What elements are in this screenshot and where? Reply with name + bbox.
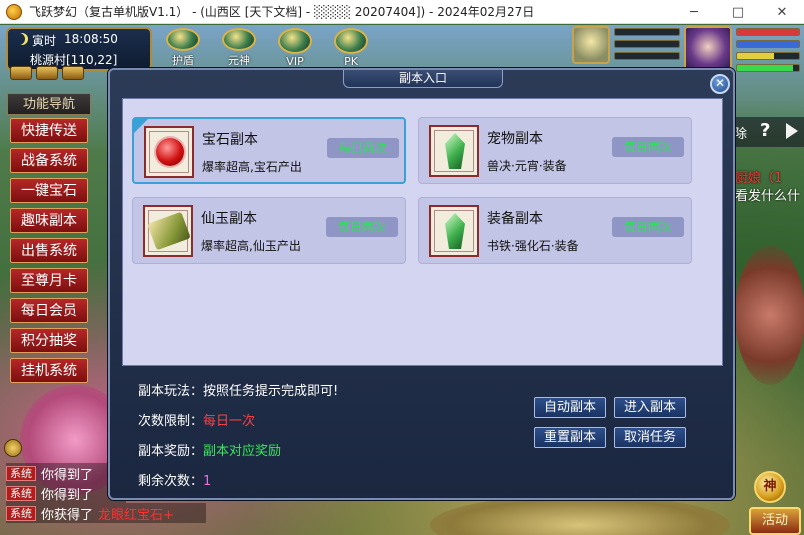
hero-exp-bar <box>736 64 800 72</box>
hero-sp-bar <box>736 52 800 60</box>
info-reward-row: 副本奖励：副本对应奖励 <box>138 444 282 459</box>
info-play-row: 副本玩法：按照任务提示完成即可! <box>138 384 339 399</box>
enter-dungeon-button[interactable]: 进入副本 <box>614 397 686 418</box>
dungeon-desc: 书铁·强化石·装备 <box>487 239 579 253</box>
pk-skill[interactable]: PK <box>328 28 374 68</box>
rock-decoration <box>735 245 804 385</box>
shield-skill-icon <box>166 28 200 51</box>
info-remain-row: 剩余次数：1 <box>138 474 212 489</box>
hero-hp-bar <box>736 28 800 36</box>
chat-scroll-button[interactable] <box>4 439 22 457</box>
vip-icon <box>278 28 312 54</box>
help-icon[interactable]: ? <box>760 120 770 141</box>
reset-dungeon-button[interactable]: 重置副本 <box>534 427 606 448</box>
dialog-title: 副本入口 <box>343 70 503 88</box>
system-tag: 系统 <box>6 485 36 501</box>
nav-item-battle-gear[interactable]: 战备系统 <box>10 148 88 173</box>
system-tag: 系统 <box>6 505 36 521</box>
window-titlebar: 飞跃梦幻（复古单机版V1.1） - (山西区 [天下文档] - ░░░░ 202… <box>0 0 804 24</box>
shield-skill[interactable]: 护盾 <box>160 28 206 68</box>
activity-button[interactable]: 活动 <box>749 507 801 535</box>
pk-icon <box>334 28 368 54</box>
map-icon[interactable] <box>10 66 32 80</box>
close-window-button[interactable]: ✕ <box>760 0 804 24</box>
right-chat-line: 厨娘（1 <box>735 171 783 186</box>
hero-mp-bar <box>736 40 800 48</box>
pet-exp-bar <box>614 52 680 60</box>
auto-dungeon-button[interactable]: 自动副本 <box>534 397 606 418</box>
time-label: 寅时 <box>16 32 56 49</box>
nav-item-one-click-gem[interactable]: 一键宝石 <box>10 178 88 203</box>
nav-item-sell-system[interactable]: 出售系统 <box>10 238 88 263</box>
hero-portrait[interactable] <box>684 26 732 72</box>
dungeon-desc: 爆率超高,宝石产出 <box>202 160 302 174</box>
close-icon[interactable]: ✕ <box>710 74 730 94</box>
hud-icon-row <box>10 66 84 80</box>
spirit-skill[interactable]: 元神 <box>216 28 262 68</box>
green-crystal-icon <box>429 125 479 177</box>
pet-hp-bar <box>614 28 680 36</box>
pet-mp-bar <box>614 40 680 48</box>
nav-item-points-lottery[interactable]: 积分抽奖 <box>10 328 88 353</box>
dungeon-name: 装备副本 <box>487 211 543 227</box>
moon-icon <box>16 33 28 45</box>
pet-portrait[interactable] <box>572 26 610 64</box>
red-gem-icon <box>144 126 194 178</box>
dungeon-list: 宝石副本 爆率超高,宝石产出 每日两次 宠物副本 兽决·元宵·装备 每日两次 仙… <box>122 98 723 366</box>
app-icon <box>6 3 22 20</box>
clock-panel: 寅时 18:08:50 桃源村[110,22] <box>6 27 152 71</box>
ground-decoration <box>430 495 730 535</box>
info-limit-row: 次数限制：每日一次 <box>138 414 256 429</box>
dungeon-card-equipment[interactable]: 装备副本 书铁·强化石·装备 每日两次 <box>418 197 692 264</box>
dungeon-name: 仙玉副本 <box>201 211 257 227</box>
chat-item-highlight[interactable]: 龙眼红宝石+ <box>98 504 174 523</box>
cancel-task-button[interactable]: 取消任务 <box>614 427 686 448</box>
dungeon-card-jade[interactable]: 仙玉副本 爆率超高,仙玉产出 每日两次 <box>132 197 406 264</box>
dungeon-card-pet[interactable]: 宠物副本 兽决·元宵·装备 每日两次 <box>418 117 692 184</box>
right-toolbar: 除 ? <box>732 117 804 147</box>
dungeon-card-gem[interactable]: 宝石副本 爆率超高,宝石产出 每日两次 <box>132 117 406 184</box>
game-time: 18:08:50 <box>64 32 118 46</box>
nav-item-idle-system[interactable]: 挂机系统 <box>10 358 88 383</box>
daily-badge: 每日两次 <box>326 217 398 237</box>
dungeon-desc: 爆率超高,仙玉产出 <box>201 239 301 253</box>
nav-item-fun-dungeon[interactable]: 趣味副本 <box>10 208 88 233</box>
daily-badge: 每日两次 <box>327 138 399 158</box>
scroll-icon <box>143 205 193 257</box>
spirit-skill-icon <box>222 28 256 51</box>
compass-icon[interactable] <box>36 66 58 80</box>
dungeon-name: 宝石副本 <box>202 132 258 148</box>
nav-title: 功能导航 <box>7 93 91 115</box>
system-tag: 系统 <box>6 465 36 481</box>
top-skill-bar: 护盾 元神 VIP PK <box>160 28 374 68</box>
minimize-button[interactable]: ─ <box>672 0 716 24</box>
play-icon[interactable] <box>786 123 798 139</box>
window-title: 飞跃梦幻（复古单机版V1.1） - (山西区 [天下文档] - ░░░░ 202… <box>29 5 535 19</box>
hero-status-bars <box>736 28 800 76</box>
right-chat-line: 看发什么什 <box>735 189 801 204</box>
maximize-button[interactable]: □ <box>716 0 760 24</box>
dungeon-entry-dialog: 副本入口 ✕ 宝石副本 爆率超高,宝石产出 每日两次 宠物副本 兽决·元宵·装备… <box>108 68 735 500</box>
bag-icon[interactable] <box>62 66 84 80</box>
pet-status-bars <box>614 28 680 64</box>
god-button[interactable]: 神 <box>754 471 786 503</box>
dungeon-name: 宠物副本 <box>487 131 543 147</box>
window-controls: ─ □ ✕ <box>672 0 804 24</box>
nav-item-supreme-card[interactable]: 至尊月卡 <box>10 268 88 293</box>
daily-badge: 每日两次 <box>612 137 684 157</box>
daily-badge: 每日两次 <box>612 217 684 237</box>
chat-line: 系统 你获得了 龙眼红宝石+ <box>6 503 206 523</box>
green-crystal-icon <box>429 205 479 257</box>
nav-item-quick-teleport[interactable]: 快捷传送 <box>10 118 88 143</box>
function-nav: 功能导航 快捷传送 战备系统 一键宝石 趣味副本 出售系统 至尊月卡 每日会员 … <box>7 93 91 388</box>
vip-skill[interactable]: VIP <box>272 28 318 68</box>
dungeon-desc: 兽决·元宵·装备 <box>487 159 567 173</box>
nav-item-daily-member[interactable]: 每日会员 <box>10 298 88 323</box>
